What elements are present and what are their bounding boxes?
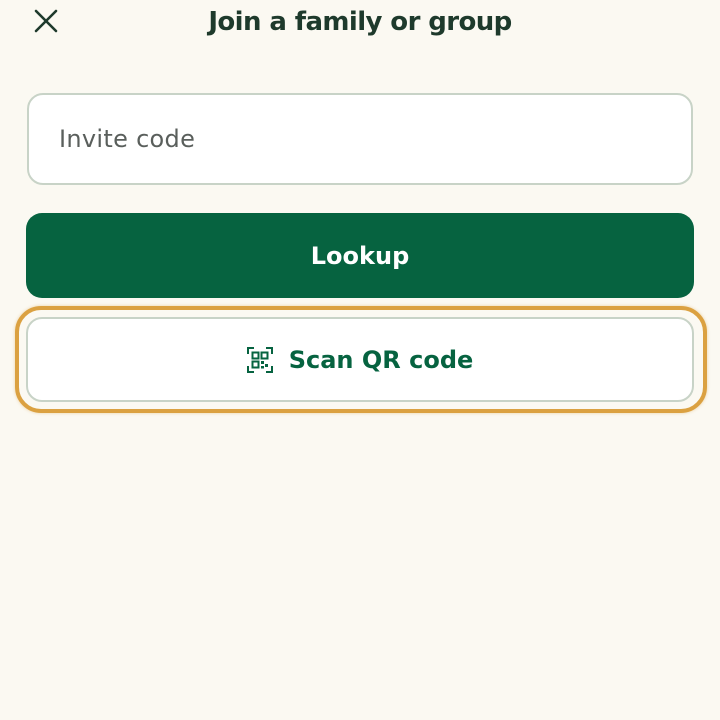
qr-code-icon: [246, 346, 273, 373]
invite-code-input[interactable]: [59, 95, 659, 183]
page-title: Join a family or group: [208, 7, 512, 37]
lookup-button[interactable]: Lookup: [26, 213, 694, 298]
invite-code-field[interactable]: [27, 93, 693, 185]
scan-qr-label: Scan QR code: [288, 345, 474, 374]
lookup-button-label: Lookup: [310, 241, 410, 270]
scan-qr-button[interactable]: Scan QR code: [26, 317, 694, 402]
header: Join a family or group: [0, 0, 720, 46]
join-group-screen: Join a family or group Lookup Scan QR co…: [0, 0, 720, 720]
